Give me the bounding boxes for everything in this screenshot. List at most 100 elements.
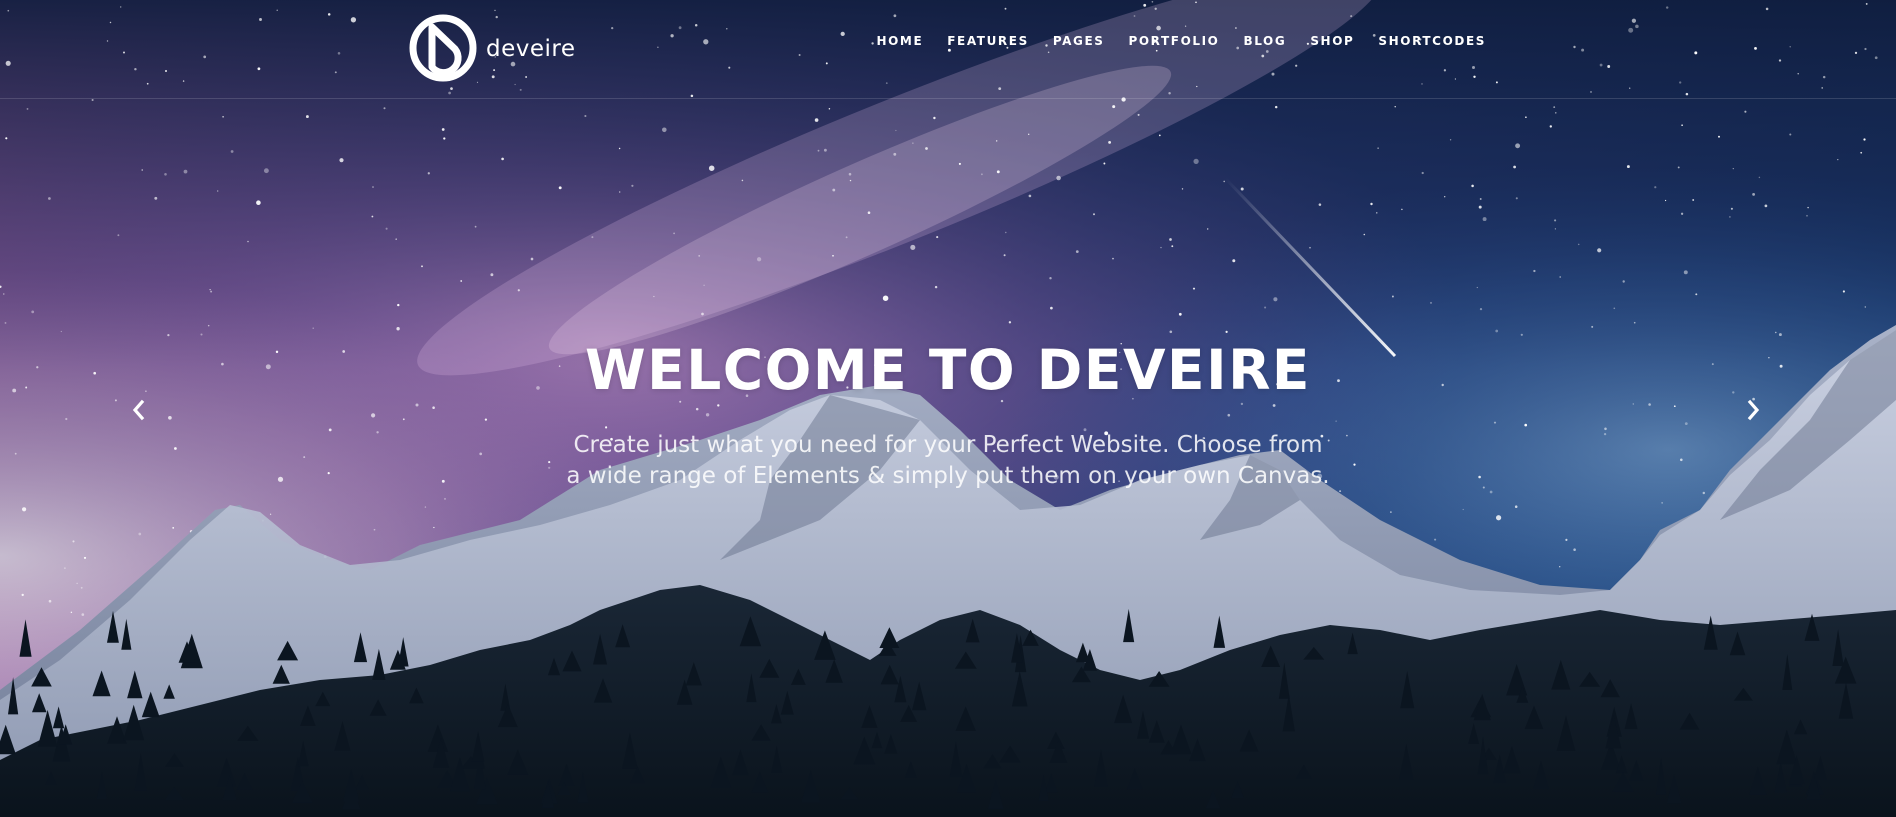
- star: [1482, 217, 1487, 222]
- star: [383, 107, 386, 110]
- star: [1775, 331, 1777, 334]
- star: [1864, 306, 1867, 308]
- star: [172, 527, 175, 529]
- star: [893, 152, 897, 156]
- star: [934, 285, 938, 289]
- star: [460, 280, 463, 282]
- star: [814, 118, 819, 122]
- chevron-left-icon: [132, 399, 145, 421]
- deveire-logo-icon: [409, 14, 477, 82]
- nav-item-features[interactable]: FEATURES: [947, 34, 1029, 48]
- star: [1309, 246, 1311, 249]
- star: [490, 273, 494, 277]
- nav-item-portfolio[interactable]: PORTFOLIO: [1128, 34, 1219, 48]
- site-logo[interactable]: deveire: [407, 9, 576, 87]
- star: [703, 284, 705, 286]
- chevron-right-icon: [1747, 399, 1760, 421]
- star: [933, 116, 936, 120]
- nav-item-shortcodes[interactable]: SHORTCODES: [1378, 34, 1486, 48]
- star: [1240, 402, 1244, 406]
- star: [1478, 205, 1482, 209]
- logo-text: deveire: [486, 36, 576, 62]
- star: [867, 211, 871, 214]
- star: [1680, 212, 1684, 215]
- star: [474, 225, 477, 228]
- star: [1842, 290, 1845, 293]
- star: [396, 327, 400, 331]
- star: [1626, 165, 1630, 169]
- star: [21, 507, 27, 512]
- star: [209, 288, 211, 291]
- star: [1683, 270, 1688, 275]
- star: [210, 290, 213, 293]
- nav-item-blog[interactable]: BLOG: [1243, 34, 1286, 48]
- star: [327, 471, 330, 475]
- nav-item-pages[interactable]: PAGES: [1053, 34, 1105, 48]
- slider-next-button[interactable]: [1740, 396, 1768, 424]
- star: [1702, 491, 1706, 495]
- star: [1240, 187, 1244, 191]
- star: [1695, 293, 1698, 296]
- nav-item-shop[interactable]: SHOP: [1310, 34, 1354, 48]
- slider-prev-button[interactable]: [124, 396, 152, 424]
- star: [1462, 508, 1464, 511]
- star: [444, 497, 446, 500]
- star: [1684, 422, 1688, 425]
- star: [1711, 363, 1714, 366]
- star: [981, 173, 983, 176]
- star: [65, 417, 68, 421]
- star: [1654, 186, 1657, 189]
- star: [1495, 515, 1502, 521]
- star: [1758, 176, 1761, 179]
- star: [441, 479, 445, 483]
- hero-slider: deveire HOME FEATURES PAGES PORTFOLIO BL…: [0, 0, 1896, 817]
- star: [1169, 238, 1172, 241]
- star: [1673, 405, 1676, 408]
- star: [1554, 228, 1557, 230]
- star: [1003, 254, 1006, 257]
- star: [1339, 490, 1342, 493]
- star: [5, 137, 8, 140]
- star: [1591, 325, 1594, 328]
- star: [530, 257, 534, 261]
- star: [1479, 198, 1482, 200]
- star: [1171, 245, 1174, 248]
- star: [207, 324, 210, 327]
- star: [1421, 171, 1424, 175]
- star: [256, 200, 261, 205]
- star: [1056, 175, 1061, 181]
- star: [996, 170, 1000, 174]
- star: [996, 140, 998, 142]
- star: [1049, 277, 1052, 280]
- star: [385, 227, 388, 230]
- star: [222, 115, 224, 118]
- star: [1272, 404, 1276, 407]
- star: [48, 599, 52, 603]
- star: [1559, 276, 1562, 278]
- star: [372, 186, 374, 188]
- star: [1665, 199, 1667, 202]
- star: [80, 586, 83, 589]
- star: [1370, 202, 1373, 206]
- star: [1573, 548, 1576, 551]
- star: [756, 257, 762, 262]
- star: [1232, 259, 1236, 263]
- star: [31, 310, 35, 314]
- star: [1108, 140, 1112, 144]
- star: [1377, 147, 1379, 149]
- star: [339, 158, 344, 163]
- star: [701, 312, 704, 316]
- star: [708, 165, 715, 171]
- star: [882, 295, 889, 301]
- star: [741, 179, 744, 182]
- star: [312, 327, 314, 329]
- star: [1346, 434, 1348, 437]
- star: [1028, 133, 1030, 135]
- star: [828, 107, 831, 110]
- star: [402, 418, 405, 421]
- night-sky-mountain-background: [0, 0, 1896, 817]
- site-header: deveire HOME FEATURES PAGES PORTFOLIO BL…: [0, 0, 1896, 99]
- nav-item-home[interactable]: HOME: [876, 34, 923, 48]
- star: [1227, 413, 1231, 417]
- star: [167, 333, 170, 337]
